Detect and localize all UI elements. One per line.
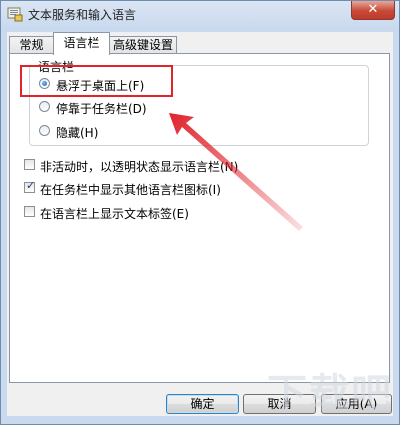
watermark-text: 下载吧 <box>267 371 393 417</box>
tab-language-bar[interactable]: 语言栏 <box>53 32 110 55</box>
dialog-window: 文本服务和输入语言 ✕ 常规 语言栏 高级键设置 语言栏 悬浮于桌面上(F) 停… <box>0 0 400 425</box>
ok-button[interactable]: 确定 <box>166 394 239 414</box>
